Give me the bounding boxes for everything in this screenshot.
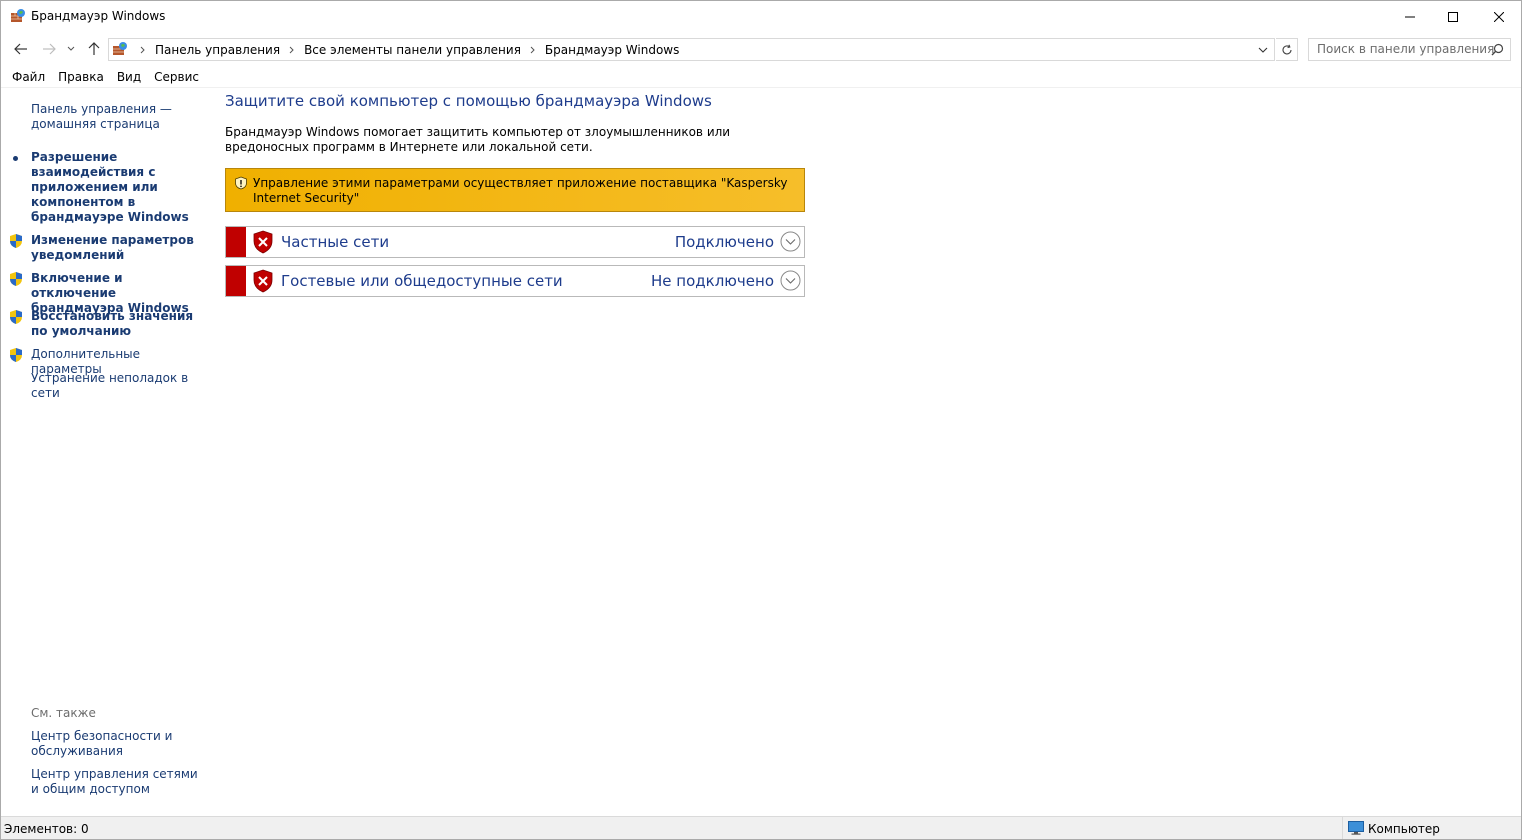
refresh-icon bbox=[1282, 44, 1292, 54]
menu-file[interactable]: Файл bbox=[1, 67, 53, 87]
warning-text: Управление этими параметрами осуществляе… bbox=[253, 176, 788, 205]
page-title: Защитите свой компьютер с помощью брандм… bbox=[225, 92, 712, 110]
network-status: Не подключено bbox=[651, 272, 774, 290]
menu-tools[interactable]: Сервис bbox=[149, 67, 207, 87]
recent-locations-button[interactable] bbox=[64, 39, 78, 59]
control-panel-icon bbox=[112, 41, 128, 57]
security-center-link[interactable]: Центр безопасности и обслуживания bbox=[31, 729, 201, 759]
expand-chevron-icon[interactable] bbox=[780, 231, 801, 252]
title-bar[interactable]: Брандмауэр Windows bbox=[1, 1, 1521, 32]
breadcrumb-separator-icon[interactable] bbox=[289, 46, 295, 54]
breadcrumb-item-all-items[interactable]: Все элементы панели управления bbox=[304, 43, 521, 57]
minimize-button[interactable] bbox=[1387, 1, 1433, 32]
location-zone: Компьютер bbox=[1368, 822, 1440, 836]
computer-icon bbox=[1348, 821, 1364, 835]
firewall-icon bbox=[10, 8, 26, 24]
arrow-up-icon bbox=[88, 42, 100, 55]
uac-shield-icon bbox=[8, 309, 24, 325]
uac-shield-icon bbox=[8, 233, 24, 249]
search-placeholder: Поиск в панели управления bbox=[1317, 42, 1495, 56]
forward-button[interactable] bbox=[39, 39, 59, 59]
minimize-icon bbox=[1405, 16, 1415, 17]
breadcrumb-item-control-panel[interactable]: Панель управления bbox=[155, 43, 280, 57]
page-description: Брандмауэр Windows помогает защитить ком… bbox=[225, 125, 731, 154]
address-dropdown-icon[interactable] bbox=[1258, 44, 1268, 54]
breadcrumb: Панель управления Все элементы панели уп… bbox=[131, 39, 679, 60]
menu-view[interactable]: Вид bbox=[112, 67, 149, 87]
uac-shield-icon bbox=[8, 271, 24, 287]
see-also-heading: См. также bbox=[31, 706, 96, 720]
up-button[interactable] bbox=[84, 39, 104, 59]
maximize-button[interactable] bbox=[1430, 1, 1476, 32]
breadcrumb-item-firewall[interactable]: Брандмауэр Windows bbox=[545, 43, 679, 57]
breadcrumb-separator-icon[interactable] bbox=[140, 46, 146, 54]
maximize-icon bbox=[1448, 11, 1458, 22]
network-state-indicator bbox=[226, 266, 246, 296]
status-divider bbox=[1342, 817, 1343, 839]
troubleshoot-network-link[interactable]: Устранение неполадок в сети bbox=[31, 371, 201, 401]
items-count: Элементов: 0 bbox=[4, 822, 89, 836]
uac-shield-icon bbox=[8, 347, 24, 363]
window-title: Брандмауэр Windows bbox=[31, 9, 166, 23]
network-center-link[interactable]: Центр управления сетями и общим доступом bbox=[31, 767, 201, 797]
private-networks-row[interactable]: Частные сети Подключено bbox=[225, 226, 805, 258]
current-item-bullet-icon bbox=[13, 156, 18, 161]
control-panel-home-link[interactable]: Панель управления — домашняя страница bbox=[31, 102, 201, 132]
arrow-right-icon bbox=[43, 43, 56, 55]
address-bar[interactable]: Панель управления Все элементы панели уп… bbox=[108, 38, 1275, 61]
search-box[interactable]: Поиск в панели управления bbox=[1308, 38, 1511, 61]
breadcrumb-separator-icon[interactable] bbox=[530, 46, 536, 54]
main-content: Защитите свой компьютер с помощью брандм… bbox=[225, 88, 1515, 816]
restore-defaults-link[interactable]: Восстановить значения по умолчанию bbox=[31, 309, 201, 339]
search-icon[interactable] bbox=[1491, 43, 1504, 56]
menu-edit[interactable]: Правка bbox=[53, 67, 112, 87]
shield-error-icon bbox=[251, 269, 275, 293]
expand-chevron-icon[interactable] bbox=[780, 270, 801, 291]
left-pane: Панель управления — домашняя страница Ра… bbox=[1, 88, 202, 816]
managed-by-vendor-banner: Управление этими параметрами осуществляе… bbox=[225, 168, 805, 212]
close-button[interactable] bbox=[1476, 1, 1521, 32]
notification-settings-link[interactable]: Изменение параметров уведомлений bbox=[31, 233, 201, 263]
menu-bar: Файл Правка Вид Сервис bbox=[1, 67, 1521, 87]
network-name: Гостевые или общедоступные сети bbox=[281, 272, 563, 290]
shield-error-icon bbox=[251, 230, 275, 254]
chevron-down-icon bbox=[67, 46, 75, 51]
network-status: Подключено bbox=[674, 233, 774, 251]
firewall-window: Брандмауэр Windows Панель управления Все… bbox=[0, 0, 1522, 840]
network-name: Частные сети bbox=[281, 233, 390, 251]
close-icon bbox=[1494, 11, 1504, 22]
public-networks-row[interactable]: Гостевые или общедоступные сети Не подкл… bbox=[225, 265, 805, 297]
allow-app-link[interactable]: Разрешение взаимодействия с приложением … bbox=[31, 150, 201, 225]
back-button[interactable] bbox=[11, 39, 31, 59]
warning-shield-icon bbox=[234, 176, 248, 190]
navigation-bar: Панель управления Все элементы панели уп… bbox=[1, 35, 1521, 63]
status-bar: Элементов: 0 Компьютер bbox=[1, 816, 1521, 839]
refresh-button[interactable] bbox=[1276, 38, 1298, 61]
network-state-indicator bbox=[226, 227, 246, 257]
arrow-left-icon bbox=[14, 43, 27, 55]
